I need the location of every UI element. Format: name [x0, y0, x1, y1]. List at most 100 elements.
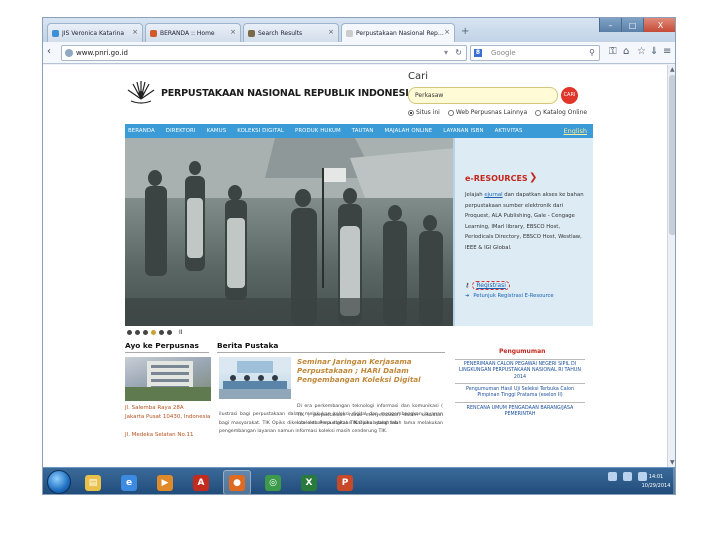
divider — [455, 359, 585, 360]
tab-close-icon[interactable]: × — [132, 28, 138, 36]
news-article-title-link[interactable]: Seminar Jaringan Kerjasama Perpustakaan … — [297, 357, 427, 384]
tab-1[interactable]: JIS Veronica Katarina × — [47, 23, 143, 42]
show-desktop-button[interactable] — [673, 468, 675, 494]
taskbar-app-media-player[interactable]: ▶ — [151, 470, 179, 494]
key-icon[interactable]: ⚿ — [609, 46, 617, 57]
taskbar-app-firefox[interactable]: ● — [223, 470, 251, 494]
scroll-up-icon[interactable]: ▲ — [670, 66, 675, 73]
tab-3[interactable]: Search Results × — [243, 23, 339, 42]
slideshow-dot[interactable] — [127, 330, 132, 335]
hero-slideshow-image[interactable] — [125, 138, 453, 326]
clock-date: 10/29/2014 — [641, 483, 671, 489]
acrobat-reader-icon: A — [193, 474, 209, 491]
chevron-right-icon: ❯ — [529, 172, 538, 183]
site-search-input[interactable]: Perkasaw — [408, 87, 558, 104]
scope-label: Katalog Online — [543, 109, 588, 116]
search-scope-radios: Situs ini Web Perpusnas Lainnya Katalog … — [408, 109, 587, 116]
menu-beranda[interactable]: BERANDA — [128, 128, 155, 134]
windows-explorer-icon: ▤ — [85, 474, 101, 491]
main-menu: BERANDA DIREKTORI KAMUS KOLEKSI DIGITAL … — [125, 124, 593, 138]
pause-icon[interactable]: II — [179, 329, 183, 336]
menu-majalah-online[interactable]: MAJALAH ONLINE — [384, 128, 432, 134]
divider — [455, 402, 585, 403]
site-title: PERPUSTAKAAN NASIONAL REPUBLIK INDONESIA — [161, 88, 416, 99]
tab-close-icon[interactable]: × — [444, 28, 450, 36]
menu-koleksi-digital[interactable]: KOLEKSI DIGITAL — [237, 128, 284, 134]
window-controls: – □ X — [599, 18, 675, 32]
taskbar-app-windows-explorer[interactable]: ▤ — [79, 470, 107, 494]
address-bar[interactable]: www.pnri.go.id ▾ ↻ — [61, 45, 467, 61]
announcements-heading: Pengumuman — [499, 348, 546, 355]
english-language-link[interactable]: English — [564, 127, 587, 135]
tab-label: JIS Veronica Katarina — [62, 29, 125, 37]
network-icon[interactable] — [623, 472, 632, 481]
menu-tautan[interactable]: TAUTAN — [352, 128, 374, 134]
tray-icon[interactable] — [608, 472, 617, 481]
clock[interactable]: 14:01 10/29/2014 — [639, 473, 673, 491]
menu-produk-hukum[interactable]: PRODUK HUKUM — [295, 128, 341, 134]
scroll-thumb[interactable] — [669, 75, 675, 235]
library-building-image[interactable] — [125, 357, 211, 401]
magnifier-icon[interactable]: ⚲ — [589, 46, 595, 60]
slideshow-dot[interactable] — [159, 330, 164, 335]
search-engine-box[interactable]: 8 Google ⚲ — [470, 45, 600, 61]
scroll-down-icon[interactable]: ▼ — [670, 459, 675, 466]
download-icon[interactable]: ⇓ — [650, 46, 658, 57]
historic-photo-image — [125, 138, 453, 326]
vertical-scrollbar[interactable]: ▲ ▼ — [667, 65, 675, 467]
menu-direktori[interactable]: DIREKTORI — [166, 128, 196, 134]
taskbar-app-acrobat-reader[interactable]: A — [187, 470, 215, 494]
taskbar-app-excel[interactable]: X — [295, 470, 323, 494]
building-photo-image — [125, 361, 211, 401]
site-search-button[interactable]: CARI — [561, 87, 578, 104]
url-text: www.pnri.go.id — [76, 49, 128, 57]
hamburger-icon[interactable]: ≡ — [663, 46, 671, 57]
minimize-button[interactable]: – — [599, 18, 621, 32]
tab-close-icon[interactable]: × — [230, 28, 236, 36]
address-line-1[interactable]: Jl. Salemba Raya 28A — [125, 405, 184, 411]
announcement-item-2[interactable]: Pengumuman Hasil Uji Seleksi Terbuka Cal… — [455, 387, 585, 400]
slideshow-dot[interactable] — [135, 330, 140, 335]
start-button[interactable] — [47, 470, 71, 494]
ejurnal-link[interactable]: ejurnal — [484, 192, 502, 198]
news-heading: Berita Pustaka — [217, 341, 279, 350]
google-icon: 8 — [474, 49, 482, 57]
slideshow-dot[interactable] — [167, 330, 172, 335]
slideshow-dot[interactable] — [143, 330, 148, 335]
windows-taskbar: ▤ e ▶ A ● ◎ X P 14:01 10/29/2014 — [43, 467, 675, 494]
scope-radio-web[interactable]: Web Perpusnas Lainnya — [447, 109, 527, 116]
tab-2[interactable]: BERANDA :: Home × — [145, 23, 241, 42]
home-icon[interactable]: ⌂ — [623, 46, 629, 57]
address-line-3[interactable]: Jl. Medeka Selatan No.11 — [125, 432, 194, 438]
slideshow-dot[interactable] — [151, 330, 156, 335]
maximize-button[interactable]: □ — [621, 18, 643, 32]
tab-4-active[interactable]: Perpustakaan Nasional Republik... × — [341, 23, 455, 42]
scope-radio-site[interactable]: Situs ini — [408, 109, 440, 116]
search-engine-placeholder: Google — [491, 49, 516, 57]
taskbar-app-powerpoint[interactable]: P — [331, 470, 359, 494]
tab-favicon-icon — [150, 29, 157, 37]
close-button[interactable]: X — [643, 18, 675, 32]
register-link[interactable]: Registrasi — [472, 281, 510, 290]
new-tab-button[interactable]: + — [461, 26, 469, 37]
eresources-panel: e-RESOURCES ❯ Jelajah ejurnal dan dapatk… — [453, 138, 593, 326]
star-icon[interactable]: ☆ — [637, 46, 646, 57]
news-article-image[interactable] — [219, 357, 291, 399]
back-arrow-icon[interactable]: ‹ — [47, 46, 51, 57]
guide-row: ➜ Petunjuk Registrasi E-Resource — [465, 293, 554, 299]
registration-guide-link[interactable]: Petunjuk Registrasi E-Resource — [473, 293, 553, 299]
tab-close-icon[interactable]: × — [328, 28, 334, 36]
taskbar-app-chrome[interactable]: ◎ — [259, 470, 287, 494]
page-viewport: PERPUSTAKAAN NASIONAL REPUBLIK INDONESIA… — [43, 65, 675, 467]
reload-icon[interactable]: ↻ — [455, 46, 462, 60]
search-label: Cari — [408, 71, 428, 82]
menu-layanan-isbn[interactable]: LAYANAN ISBN — [443, 128, 483, 134]
taskbar-app-internet-explorer[interactable]: e — [115, 470, 143, 494]
dropdown-arrow-icon[interactable]: ▾ — [444, 46, 448, 60]
scope-radio-catalog[interactable]: Katalog Online — [535, 109, 587, 116]
announcement-item-3[interactable]: RENCANA UMUM PENGADAAN BARANG/JASA PEMER… — [455, 406, 585, 419]
menu-kamus[interactable]: KAMUS — [207, 128, 227, 134]
address-line-2: Jakarta Pusat 10430, Indonesia — [125, 414, 211, 420]
menu-aktivitas[interactable]: AKTIVITAS — [495, 128, 523, 134]
announcement-item-1[interactable]: PENERIMAAN CALON PEGAWAI NEGERI SIPIL DI… — [455, 362, 585, 381]
